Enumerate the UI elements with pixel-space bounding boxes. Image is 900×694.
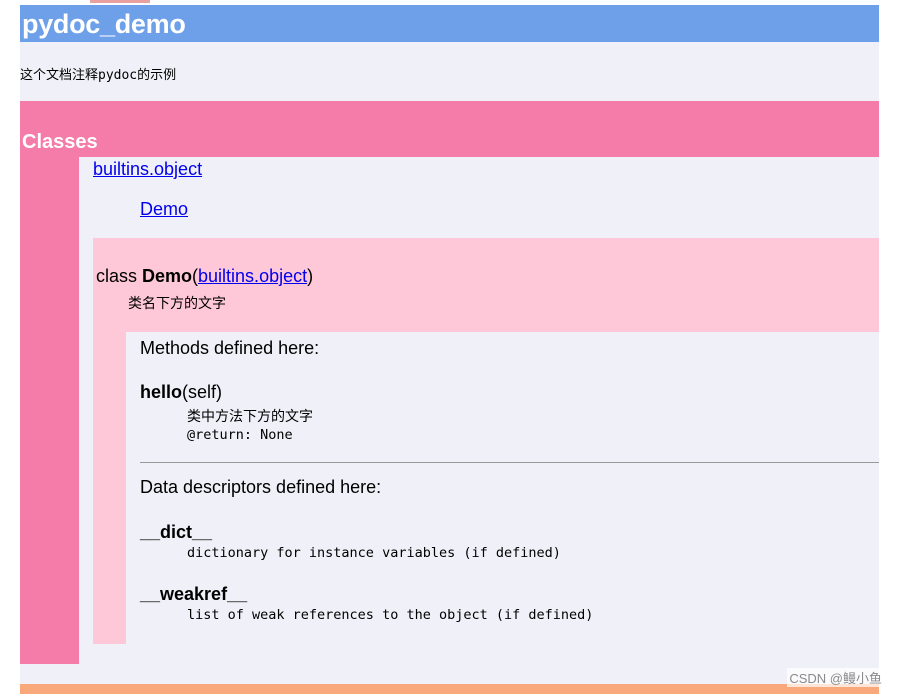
class-name: Demo <box>142 266 193 286</box>
tree-link-builtins-object[interactable]: builtins.object <box>93 159 202 180</box>
method-doc-line2: @return: None <box>187 427 293 443</box>
descriptor-weakref: __weakref__ <box>140 584 247 605</box>
watermark: CSDN @鳗小鱼 <box>787 668 884 687</box>
module-doc: 这个文档注释pydoc的示例 <box>20 68 177 83</box>
top-strip-mark <box>90 0 150 3</box>
descriptor-weakref-doc: list of weak references to the object (i… <box>187 607 594 623</box>
class-keyword: class <box>96 266 143 286</box>
descriptor-name: __weakref__ <box>140 584 248 604</box>
section-divider <box>140 462 879 463</box>
method-args: (self) <box>182 382 223 402</box>
module-title-bar: pydoc_demo <box>20 5 879 42</box>
descriptor-name: __dict__ <box>140 522 213 542</box>
method-name: hello <box>140 382 183 402</box>
class-demo-gutter <box>93 332 126 644</box>
module-title: pydoc_demo <box>22 9 186 39</box>
class-doc: 类名下方的文字 <box>128 295 226 311</box>
descriptors-label: Data descriptors defined here: <box>140 477 382 497</box>
class-signature: class Demo(builtins.object) <box>96 266 313 287</box>
methods-label: Methods defined here: <box>140 338 320 358</box>
class-base-link[interactable]: builtins.object <box>198 266 307 286</box>
classes-section-header: Classes <box>20 101 879 157</box>
method-doc-line1: 类中方法下方的文字 <box>187 408 313 424</box>
tree-link-demo[interactable]: Demo <box>140 199 188 220</box>
class-close-paren: ) <box>307 266 314 286</box>
method-hello: hello(self) <box>140 382 222 403</box>
descriptor-dict: __dict__ <box>140 522 212 543</box>
footer-section-bar <box>20 684 879 694</box>
classes-section-title: Classes <box>22 131 98 153</box>
descriptor-dict-doc: dictionary for instance variables (if de… <box>187 545 561 561</box>
classes-section-gutter <box>20 157 79 664</box>
class-demo-header: class Demo(builtins.object) 类名下方的文字 <box>93 238 879 332</box>
